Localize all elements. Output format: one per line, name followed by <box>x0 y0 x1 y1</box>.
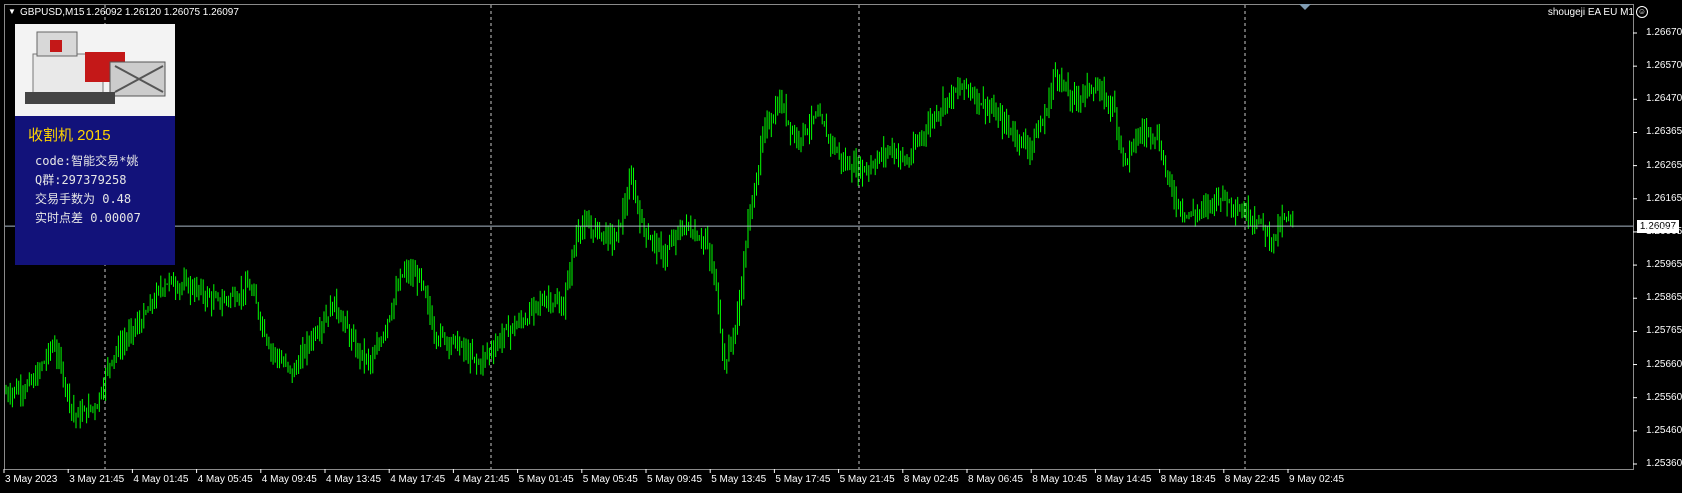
price-tick-label: 1.25660 <box>1646 358 1682 370</box>
time-tick-label: 4 May 17:45 <box>390 474 446 485</box>
chart-window[interactable]: ▼ GBPUSD,M15 1.26092 1.26120 1.26075 1.2… <box>0 0 1682 493</box>
time-tick-label: 4 May 01:45 <box>133 474 189 485</box>
price-tick-label: 1.25865 <box>1646 292 1682 304</box>
price-tick-label: 1.25360 <box>1646 458 1682 469</box>
panel-lot-size-line: 交易手数为 0.48 <box>35 192 132 206</box>
time-tick-label: 5 May 09:45 <box>647 474 703 485</box>
time-tick-label: 5 May 21:45 <box>839 474 895 485</box>
candles-series <box>5 62 1294 429</box>
panel-title: 收割机 2015 <box>28 127 111 144</box>
time-tick-label: 5 May 17:45 <box>775 474 831 485</box>
price-tick-label: 1.25560 <box>1646 391 1682 403</box>
time-tick-label: 9 May 02:45 <box>1289 474 1345 485</box>
price-chart[interactable] <box>0 0 1682 493</box>
ea-info-panel: 收割机 2015 code:智能交易*姚 Q群:297379258 交易手数为 … <box>15 24 175 265</box>
price-tick-label: 1.26470 <box>1646 93 1682 105</box>
symbol-timeframe-label: GBPUSD,M15 <box>20 7 85 18</box>
smiley-face-icon[interactable]: ☺ <box>1636 6 1648 18</box>
price-tick-label: 1.25460 <box>1646 424 1682 436</box>
panel-qq-group-line: Q群:297379258 <box>35 173 127 187</box>
time-tick-label: 5 May 13:45 <box>711 474 767 485</box>
time-tick-label: 8 May 02:45 <box>903 474 959 485</box>
price-tick-label: 1.26365 <box>1646 126 1682 138</box>
time-tick-label: 8 May 10:45 <box>1032 474 1088 485</box>
time-tick-label: 3 May 21:45 <box>69 474 125 485</box>
time-tick-label: 4 May 05:45 <box>197 474 253 485</box>
time-tick-label: 8 May 06:45 <box>968 474 1024 485</box>
price-tick-label: 1.26670 <box>1646 27 1682 38</box>
symbol-dropdown-icon[interactable]: ▼ <box>8 7 16 16</box>
harvester-image <box>15 24 175 116</box>
price-tick-label: 1.25965 <box>1646 259 1682 271</box>
time-tick-label: 5 May 05:45 <box>582 474 638 485</box>
price-tick-label: 1.26570 <box>1646 60 1682 72</box>
panel-code-line: code:智能交易*姚 <box>35 154 139 168</box>
time-tick-label: 8 May 14:45 <box>1096 474 1152 485</box>
price-tick-label: 1.26165 <box>1646 192 1682 204</box>
time-tick-label: 4 May 09:45 <box>261 474 317 485</box>
time-tick-label: 8 May 22:45 <box>1224 474 1280 485</box>
time-tick-label: 4 May 13:45 <box>326 474 382 485</box>
chart-shift-marker[interactable] <box>1299 4 1311 10</box>
price-tick-label: 1.26065 <box>1646 225 1682 237</box>
price-tick-label: 1.25765 <box>1646 325 1682 337</box>
time-tick-label: 4 May 21:45 <box>454 474 510 485</box>
ohlc-quotes: 1.26092 1.26120 1.26075 1.26097 <box>86 7 239 18</box>
time-tick-label: 3 May 2023 <box>5 474 58 485</box>
expert-advisor-label[interactable]: shougeji EA EU M1 <box>1548 7 1634 18</box>
price-tick-label: 1.26265 <box>1646 159 1682 171</box>
time-tick-label: 5 May 01:45 <box>518 474 574 485</box>
time-tick-label: 8 May 18:45 <box>1160 474 1216 485</box>
panel-spread-line: 实时点差 0.00007 <box>35 211 141 225</box>
